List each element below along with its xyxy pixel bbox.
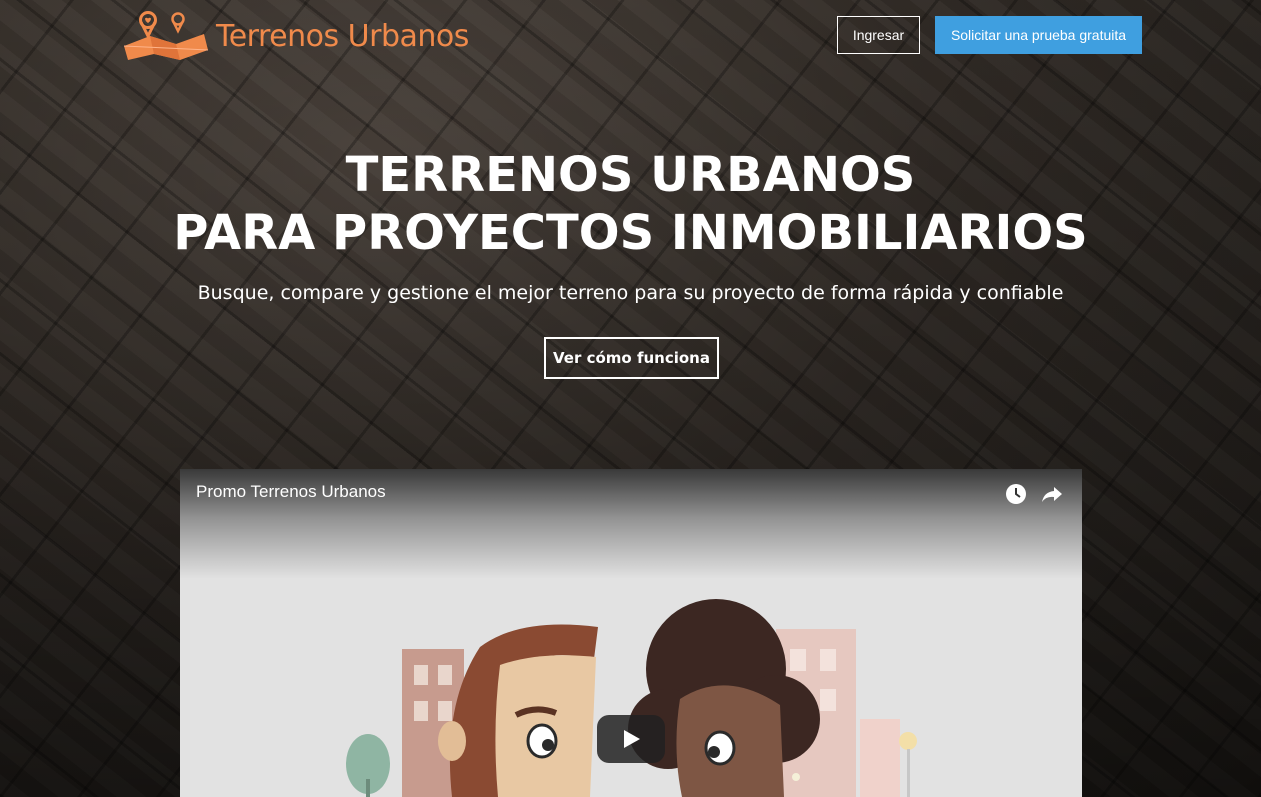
headline-line-1: TERRENOS URBANOS [345,147,916,203]
video-player[interactable]: Promo Terrenos Urbanos [180,469,1082,797]
share-icon[interactable] [1041,483,1063,505]
free-trial-button[interactable]: Solicitar una prueba gratuita [935,16,1142,54]
login-button[interactable]: Ingresar [837,16,920,54]
hero-headline: TERRENOS URBANOS PARA PROYECTOS INMOBILI… [0,146,1261,262]
how-it-works-button[interactable]: Ver cómo funciona [544,337,719,379]
watch-later-icon[interactable] [1005,483,1027,505]
video-title[interactable]: Promo Terrenos Urbanos [196,482,386,502]
headline-line-2: PARA PROYECTOS INMOBILIARIOS [173,205,1088,261]
play-icon[interactable] [597,715,665,763]
map-pin-logo-icon [123,11,209,60]
logo-text: Terrenos Urbanos [216,18,469,54]
hero-subtitle: Busque, compare y gestione el mejor terr… [197,282,1064,304]
logo[interactable]: Terrenos Urbanos [120,10,469,62]
